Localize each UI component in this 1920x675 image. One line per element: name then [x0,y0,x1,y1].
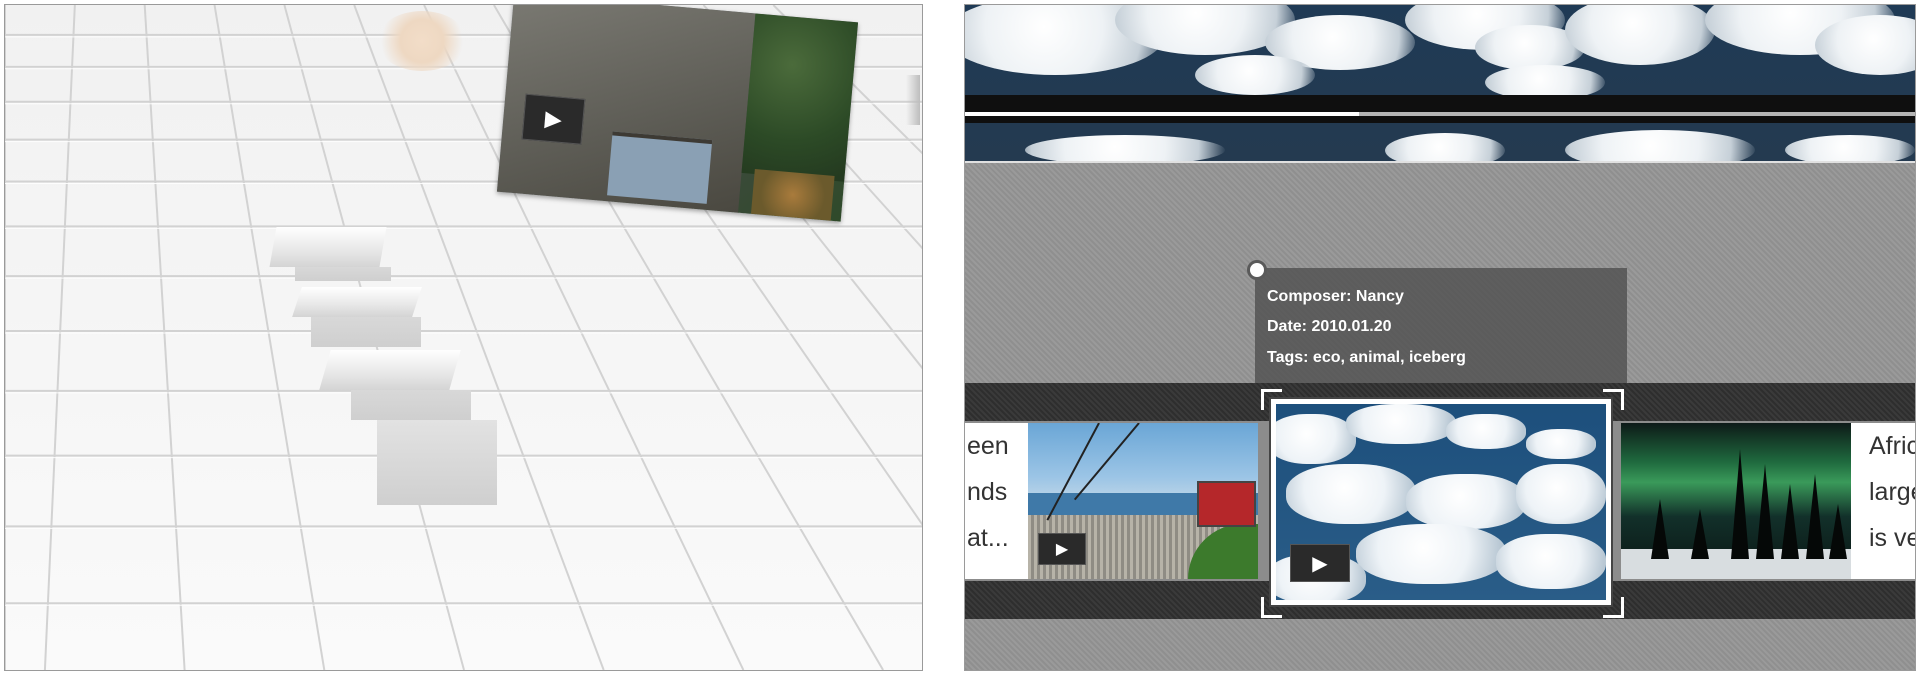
card-text-line: is ve [1869,524,1916,552]
ice-floe [1446,414,1526,449]
tooltip-tags: Tags: eco, animal, iceberg [1267,349,1466,366]
play-icon: ▶ [1312,552,1328,575]
card-text-line: een [967,432,1009,460]
ice-floe [1496,534,1606,589]
tooltip-pin-icon [1247,260,1267,280]
flipping-tile-2-face [311,317,421,347]
flipping-tile-1 [269,227,387,267]
ice-floe [1356,524,1506,584]
card-text-line: large [1869,478,1915,506]
floating-video-photo-house[interactable]: ▶ [496,5,859,222]
hero-cloud [1195,55,1315,95]
right-video-carousel-panel: Composer: Nancy Date: 2010.01.20 Tags: e… [964,4,1916,671]
tooltip-composer: Composer: Nancy [1267,288,1404,305]
hero-video-iceberg[interactable] [965,5,1915,163]
thumb-gondola [1197,481,1256,527]
thumb-tree [1691,509,1709,559]
hero-cloud [1565,5,1715,65]
selection-corner-icon [1261,597,1282,618]
hero-divider [965,161,1915,163]
hero-cloud [1565,130,1755,163]
selection-corner-icon [1261,389,1282,410]
carousel-thumb-cablecar[interactable]: ▶ [1028,423,1258,579]
video-info-tooltip: Composer: Nancy Date: 2010.01.20 Tags: e… [1247,260,1627,383]
edge-shadow-item [906,75,920,125]
video-progress-fill [965,112,1360,116]
card-text-line: nds [967,478,1008,506]
selection-corner-icon [1603,597,1624,618]
flipping-tile-4-face [377,420,497,505]
thumb-tree [1731,449,1749,559]
blurred-floating-item [377,11,467,71]
thumb-tree [1806,474,1824,559]
carousel-text-card-left[interactable]: een nds at... [965,423,1029,579]
photo-wall-area [607,131,713,204]
left-3d-gallery-panel: ▶ [4,4,923,671]
video-progress-bar[interactable] [965,112,1915,116]
video-control-bar [965,95,1915,123]
ice-floe [1276,414,1356,464]
selection-corner-icon [1603,389,1624,410]
hero-cloud [1385,133,1505,163]
carousel-text-card-right[interactable]: Afric large is ve [1851,423,1916,579]
photo-shrub-area [750,168,835,221]
hero-cloud [1785,135,1915,163]
thumb-cable [1073,423,1140,501]
tooltip-date: Date: 2010.01.20 [1267,318,1392,335]
ice-floe [1286,464,1416,524]
carousel-thumb-iceberg-selected[interactable]: ▶ [1271,399,1611,605]
ice-floe [1406,474,1526,529]
hero-cloud [1025,135,1225,163]
flipping-tile-1-face [295,267,391,281]
flipping-tile-2 [292,287,422,317]
flipping-tile-3-face [351,390,471,420]
ice-floe [1516,464,1606,524]
ice-floe [1526,429,1596,459]
play-icon: ▶ [543,105,564,132]
thumb-tree [1756,464,1774,559]
play-button[interactable]: ▶ [1038,533,1086,565]
play-button[interactable]: ▶ [521,93,586,145]
thumb-tree [1781,484,1799,559]
card-text-line: at... [967,524,1009,552]
photo-trees-area [741,13,859,182]
carousel-thumb-aurora[interactable] [1621,423,1851,579]
flipping-tile-3 [319,350,461,390]
card-text-line: Afric [1869,432,1916,460]
ice-floe [1346,404,1456,444]
play-button[interactable]: ▶ [1290,544,1350,582]
thumb-tree [1651,499,1669,559]
play-icon: ▶ [1055,541,1069,558]
thumb-tree [1829,504,1847,559]
